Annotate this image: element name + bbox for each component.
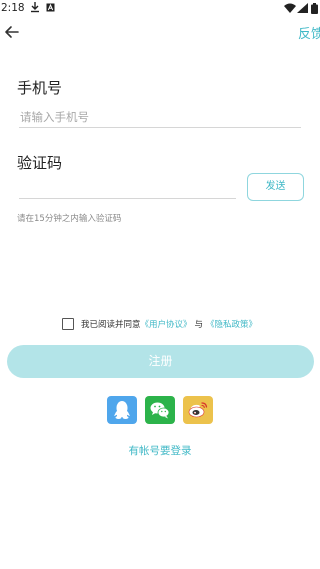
qq-login-button[interactable]: [107, 396, 137, 424]
status-time: 2:18: [1, 2, 25, 14]
weibo-icon: [188, 402, 208, 418]
arrow-left-icon: [5, 26, 19, 38]
agree-checkbox[interactable]: [62, 318, 74, 330]
phone-input[interactable]: [19, 106, 301, 128]
status-bar: 2:18: [0, 0, 320, 18]
user-agreement-link[interactable]: 《用户协议》: [141, 318, 192, 330]
back-button[interactable]: [2, 22, 22, 42]
qq-icon: [114, 401, 130, 419]
agreement-row: 我已阅读并同意 《用户协议》 与 《隐私政策》: [62, 317, 257, 331]
privacy-policy-link[interactable]: 《隐私政策》: [206, 318, 257, 330]
signal-icon: [297, 3, 308, 13]
download-icon: [31, 2, 39, 13]
wifi-icon: [284, 3, 296, 13]
register-button[interactable]: 注册: [7, 345, 314, 378]
feedback-link[interactable]: 反馈: [298, 23, 320, 42]
code-label: 验证码: [17, 154, 63, 172]
weibo-login-button[interactable]: [183, 396, 213, 424]
wechat-icon: [150, 402, 170, 419]
battery-icon: [311, 3, 318, 14]
login-link[interactable]: 有帐号要登录: [0, 443, 320, 458]
wechat-login-button[interactable]: [145, 396, 175, 424]
register-screen: 2:18 反馈 手机号 验证码 发送 请在15分钟之内输入验证码: [0, 0, 320, 569]
code-input[interactable]: [19, 177, 236, 199]
code-hint: 请在15分钟之内输入验证码: [17, 214, 122, 224]
send-code-button[interactable]: 发送: [247, 173, 304, 201]
a-icon: [46, 3, 55, 12]
phone-label: 手机号: [17, 79, 63, 97]
agreement-conjunction: 与: [194, 320, 204, 330]
agreement-prefix: 我已阅读并同意: [81, 320, 141, 330]
